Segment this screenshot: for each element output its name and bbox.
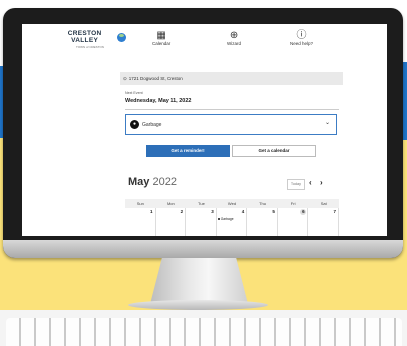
calendar-month: May bbox=[128, 176, 150, 188]
weekday-fri: Fri bbox=[290, 201, 296, 206]
magnifier-icon: ⊕ bbox=[229, 30, 239, 41]
calendar-year: 2022 bbox=[152, 176, 177, 188]
day-number: 3 bbox=[211, 209, 214, 214]
next-event-label: Next Event bbox=[125, 91, 143, 95]
weekday-thu: Thu bbox=[259, 201, 267, 206]
calendar-grid: Sun Mon Tue Wed Thu Fri Sat 1 2 3 4 Garb… bbox=[125, 199, 339, 236]
day-number: 5 bbox=[272, 209, 275, 214]
nav-calendar[interactable]: ▦ Calendar bbox=[152, 30, 170, 46]
get-calendar-button[interactable]: Get a calendar bbox=[232, 145, 316, 157]
calendar-weekday-header: Sun Mon Tue Wed Thu Fri Sat bbox=[125, 199, 339, 208]
brand-subtitle: TOWN of CRESTON bbox=[76, 45, 104, 49]
day-number: 7 bbox=[333, 209, 336, 214]
nav-help-label: Need help? bbox=[290, 41, 314, 46]
weekday-tue: Tue bbox=[198, 201, 205, 206]
nav-wizard[interactable]: ⊕ Wizard bbox=[227, 30, 241, 46]
calendar-event-label: Garbage bbox=[220, 217, 234, 221]
calendar-day[interactable]: 3 bbox=[186, 208, 217, 236]
nav-help[interactable]: ⓘ Need help? bbox=[290, 30, 313, 46]
garbage-bag-icon: ● bbox=[130, 120, 139, 129]
get-reminder-button[interactable]: Get a reminder! bbox=[146, 145, 230, 157]
weekday-mon: Mon bbox=[166, 201, 175, 206]
help-icon: ⓘ bbox=[296, 30, 307, 41]
day-number-today: 6 bbox=[300, 209, 307, 215]
calendar-day[interactable]: 1 bbox=[125, 208, 156, 236]
brand-name: CRESTON VALLEY bbox=[67, 30, 102, 44]
today-button[interactable]: Today bbox=[287, 179, 305, 190]
calendar-day[interactable]: 7 bbox=[308, 208, 339, 236]
calendar-day[interactable]: 4 Garbage bbox=[217, 208, 248, 236]
calendar-day[interactable]: 5 bbox=[247, 208, 278, 236]
chevron-down-icon: ⌄ bbox=[324, 120, 330, 126]
address-text: 1721 Dogwood St, Creston bbox=[128, 76, 183, 81]
monitor-base bbox=[128, 300, 268, 310]
calendar-month-title: May 2022 bbox=[128, 176, 177, 188]
calendar-event[interactable]: Garbage bbox=[217, 217, 234, 221]
logo-mark-icon bbox=[117, 32, 126, 42]
location-pin-icon: ⊙ bbox=[123, 75, 127, 81]
app-header: CRESTON VALLEY TOWN of CRESTON ▦ Calenda… bbox=[22, 24, 387, 64]
calendar-week-row: 1 2 3 4 Garbage 5 6 7 bbox=[125, 208, 339, 236]
app-screen: CRESTON VALLEY TOWN of CRESTON ▦ Calenda… bbox=[22, 24, 387, 236]
monitor-stand bbox=[150, 258, 248, 304]
next-month-chevron-icon[interactable]: › bbox=[320, 178, 323, 187]
day-number: 4 bbox=[241, 209, 245, 214]
day-number: 1 bbox=[150, 209, 153, 214]
monitor-bezel: CRESTON VALLEY TOWN of CRESTON ▦ Calenda… bbox=[3, 8, 403, 258]
weekday-sat: Sat bbox=[320, 201, 327, 206]
divider bbox=[125, 109, 339, 110]
weekday-sun: Sun bbox=[136, 201, 144, 206]
monitor-chin bbox=[3, 240, 403, 258]
collection-type-select[interactable]: ● Garbage ⌄ bbox=[125, 114, 337, 135]
nav-wizard-label: Wizard bbox=[227, 41, 242, 46]
brand-logo[interactable]: CRESTON VALLEY TOWN of CRESTON bbox=[54, 30, 126, 49]
calendar-day[interactable]: 2 bbox=[156, 208, 187, 236]
day-number: 2 bbox=[180, 209, 184, 214]
prev-month-chevron-icon[interactable]: ‹ bbox=[309, 178, 312, 187]
keyboard bbox=[6, 318, 402, 346]
calendar-day-today[interactable]: 6 bbox=[278, 208, 309, 236]
next-event-date: Wednesday, May 11, 2022 bbox=[125, 98, 192, 104]
nav-calendar-label: Calendar bbox=[152, 41, 171, 46]
calendar-icon: ▦ bbox=[156, 30, 166, 41]
collection-type-value: Garbage bbox=[142, 121, 162, 128]
address-bar[interactable]: ⊙ 1721 Dogwood St, Creston bbox=[120, 72, 343, 85]
weekday-wed: Wed bbox=[227, 201, 237, 206]
event-dot-icon bbox=[217, 218, 220, 220]
